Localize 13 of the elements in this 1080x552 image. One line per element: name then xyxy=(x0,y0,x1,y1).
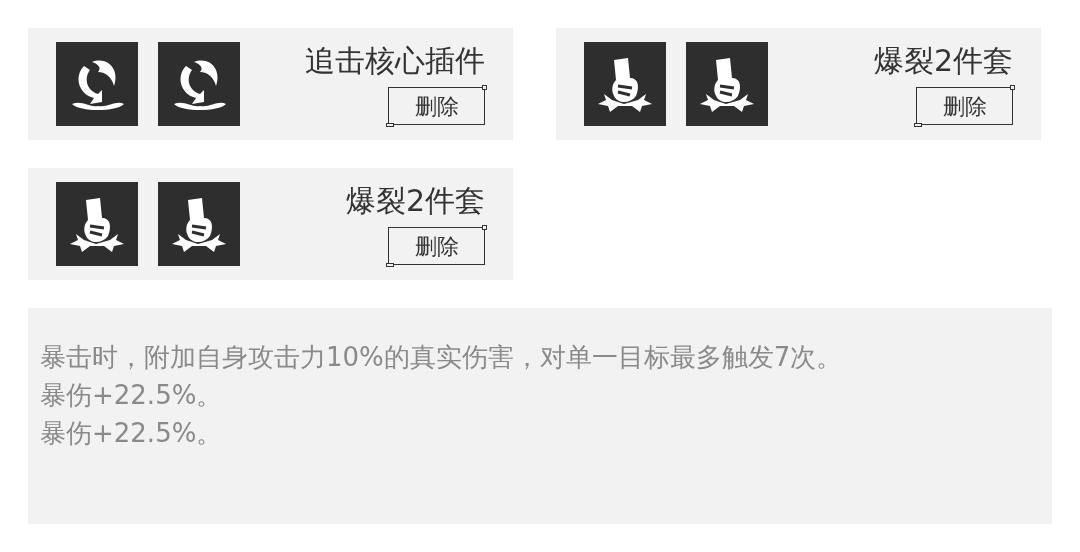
card-title: 爆裂2件套 xyxy=(345,183,485,219)
fist-icon xyxy=(56,182,138,266)
card-title: 爆裂2件套 xyxy=(873,43,1013,79)
description-text: 暴伤+22.5%。 xyxy=(40,379,224,412)
delete-button[interactable]: 删除 xyxy=(388,87,485,125)
fist-icon xyxy=(158,182,240,266)
description-text: 暴击时，附加自身攻击力10%的真实伤害，对单一目标最多触发7次。 xyxy=(40,341,844,374)
card-title: 追击核心插件 xyxy=(305,43,485,79)
delete-button[interactable]: 删除 xyxy=(916,87,1013,125)
fist-icon xyxy=(584,42,666,126)
description-text: 暴伤+22.5%。 xyxy=(40,417,224,450)
fist-icon xyxy=(686,42,768,126)
delete-button[interactable]: 删除 xyxy=(388,227,485,265)
